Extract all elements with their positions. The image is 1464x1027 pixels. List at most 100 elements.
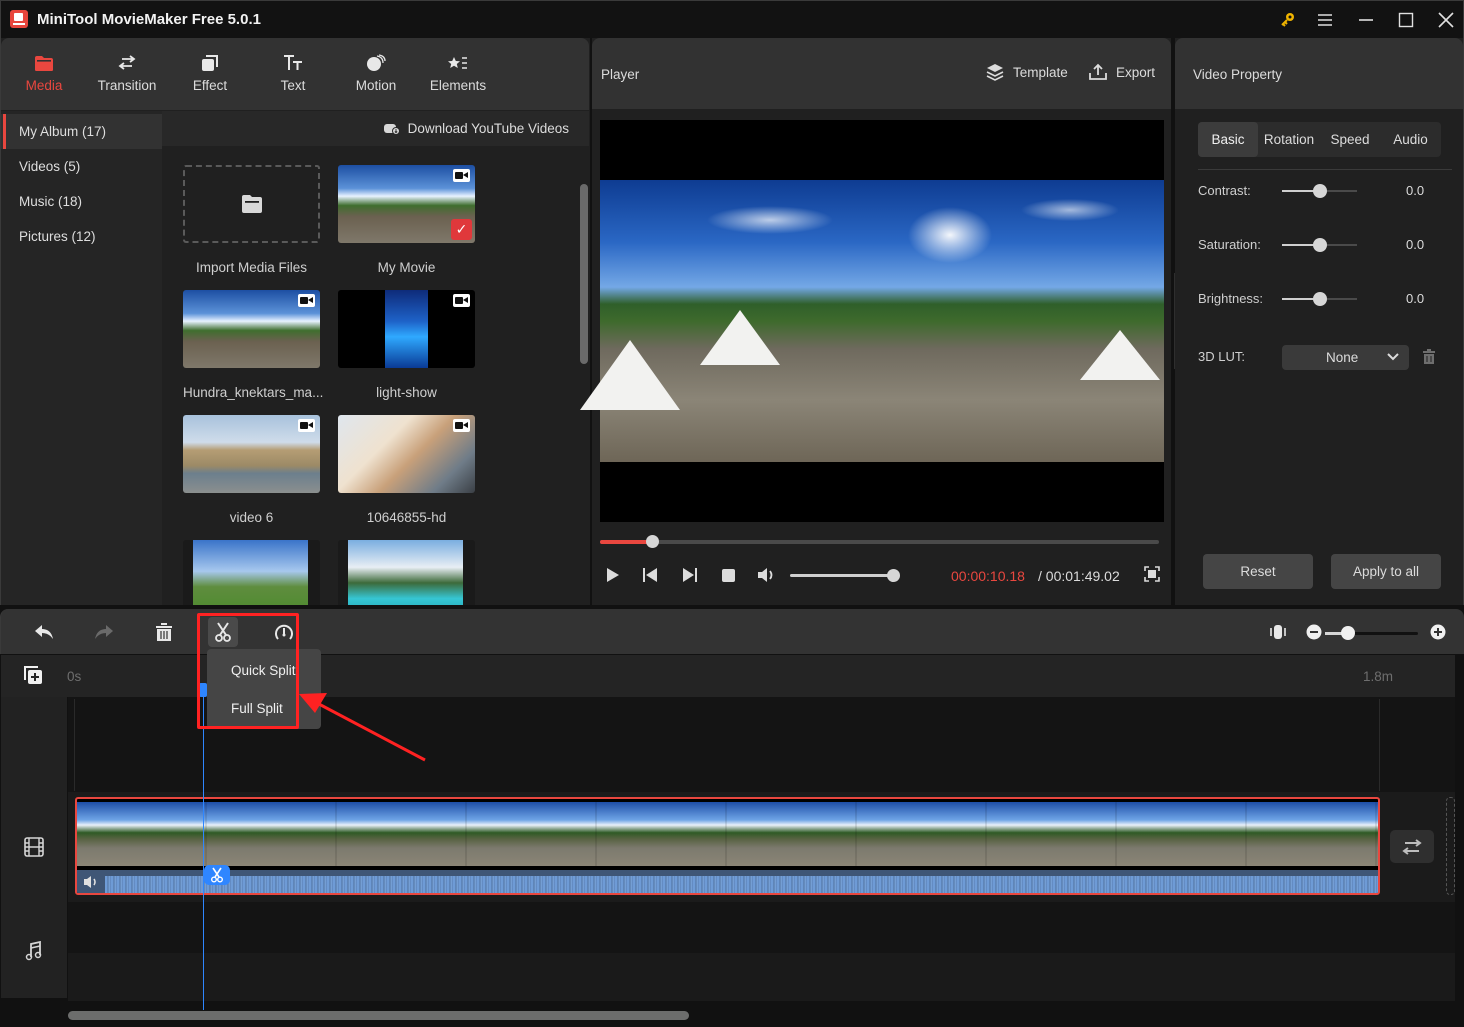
- contrast-slider[interactable]: [1282, 184, 1357, 198]
- import-media-box[interactable]: [183, 165, 320, 243]
- player-panel: Player Template Export 00:00:10.18 / 00:…: [580, 38, 1171, 605]
- media-tile[interactable]: 10646855-hd: [338, 415, 475, 525]
- next-frame-button[interactable]: [682, 566, 698, 587]
- media-thumbnail[interactable]: [338, 540, 475, 605]
- album-pictures[interactable]: Pictures (12): [1, 219, 162, 254]
- speed-button[interactable]: [269, 617, 299, 647]
- tile-label: Import Media Files: [195, 260, 308, 275]
- media-tile[interactable]: video 6: [183, 415, 320, 525]
- export-button[interactable]: Export: [1089, 63, 1155, 81]
- undo-button[interactable]: [29, 617, 59, 647]
- tool-effect[interactable]: Effect: [170, 52, 250, 93]
- film-strip-icon: [24, 837, 44, 857]
- stop-icon: [722, 569, 735, 582]
- play-icon: [607, 568, 619, 582]
- apply-to-all-button[interactable]: Apply to all: [1331, 554, 1441, 589]
- tool-media[interactable]: Media: [4, 52, 84, 93]
- media-tile[interactable]: [338, 540, 475, 605]
- maximize-icon[interactable]: [1391, 7, 1421, 33]
- media-thumbnail[interactable]: ✓: [338, 165, 475, 243]
- fullscreen-button[interactable]: [1144, 566, 1160, 585]
- delete-button[interactable]: [149, 617, 179, 647]
- tool-transition[interactable]: Transition: [87, 52, 167, 93]
- volume-icon[interactable]: [83, 875, 101, 889]
- media-tile[interactable]: light-show: [338, 290, 475, 400]
- saturation-slider[interactable]: [1282, 238, 1357, 252]
- contrast-row: Contrast: 0.0: [1198, 181, 1448, 201]
- menu-icon[interactable]: [1310, 7, 1340, 33]
- star-list-icon: [418, 52, 498, 74]
- media-thumbnail[interactable]: [183, 415, 320, 493]
- add-track-button[interactable]: [23, 665, 43, 688]
- tab-audio[interactable]: Audio: [1380, 122, 1441, 157]
- skip-forward-icon: [683, 568, 697, 582]
- trash-icon: [156, 623, 172, 641]
- saturation-handle[interactable]: [1312, 238, 1327, 252]
- video-track[interactable]: [68, 792, 1455, 902]
- import-media-tile[interactable]: Import Media Files: [183, 165, 320, 275]
- previous-frame-button[interactable]: [642, 566, 658, 587]
- volume-handle[interactable]: [887, 569, 900, 582]
- split-button[interactable]: [208, 617, 238, 647]
- lut-dropdown[interactable]: None: [1282, 345, 1409, 370]
- minus-circle-icon: [1306, 624, 1322, 640]
- music-track[interactable]: [68, 903, 1455, 1001]
- close-icon[interactable]: [1431, 7, 1461, 33]
- tool-text[interactable]: Text: [253, 52, 333, 93]
- minimize-icon[interactable]: [1351, 7, 1381, 33]
- download-youtube-link[interactable]: Download YouTube Videos: [383, 121, 569, 136]
- clip-audio-waveform: [77, 870, 1378, 893]
- timeline-tracks[interactable]: [68, 697, 1455, 1001]
- timeline-horizontal-scrollbar[interactable]: [68, 1011, 689, 1020]
- contrast-handle[interactable]: [1312, 184, 1327, 198]
- quick-split-option[interactable]: Quick Split: [231, 663, 296, 678]
- replace-clip-button[interactable]: [1390, 830, 1434, 863]
- media-tile[interactable]: Hundra_knektars_ma...: [183, 290, 323, 400]
- volume-button[interactable]: [757, 566, 777, 587]
- media-tile[interactable]: [183, 540, 320, 605]
- split-marker[interactable]: [204, 865, 230, 885]
- playhead-line[interactable]: [203, 685, 204, 1010]
- trash-icon[interactable]: [1423, 349, 1435, 367]
- redo-button[interactable]: [89, 617, 119, 647]
- media-tile[interactable]: ✓ My Movie: [338, 165, 475, 275]
- video-track-header: [1, 792, 67, 902]
- media-thumbnail[interactable]: [183, 290, 320, 368]
- album-my-album[interactable]: My Album (17): [1, 114, 162, 149]
- video-preview[interactable]: [580, 120, 1164, 522]
- template-button[interactable]: Template: [986, 63, 1068, 81]
- volume-icon: [758, 568, 773, 582]
- key-icon[interactable]: [1273, 7, 1303, 33]
- volume-slider[interactable]: [790, 569, 900, 582]
- album-videos[interactable]: Videos (5): [1, 149, 162, 184]
- tool-elements[interactable]: Elements: [418, 52, 498, 93]
- album-music[interactable]: Music (18): [1, 184, 162, 219]
- stop-button[interactable]: [721, 566, 737, 587]
- track-vertical-scroll[interactable]: [1446, 797, 1455, 895]
- tool-motion[interactable]: Motion: [336, 52, 416, 93]
- brightness-slider[interactable]: [1282, 292, 1357, 306]
- play-button[interactable]: [605, 566, 621, 587]
- brightness-handle[interactable]: [1312, 292, 1327, 306]
- contrast-value: 0.0: [1406, 183, 1425, 198]
- swap-arrows-icon: [1402, 838, 1422, 855]
- media-thumbnail[interactable]: [338, 290, 475, 368]
- fit-timeline-button[interactable]: [1263, 617, 1293, 647]
- zoom-in-button[interactable]: [1423, 617, 1453, 647]
- media-scrollbar[interactable]: [580, 184, 588, 364]
- seek-handle[interactable]: [645, 535, 659, 548]
- tab-basic[interactable]: Basic: [1198, 122, 1258, 157]
- tab-speed[interactable]: Speed: [1320, 122, 1380, 157]
- timeline-zoom-slider[interactable]: [1325, 626, 1418, 640]
- tile-label: light-show: [376, 385, 437, 400]
- full-split-option[interactable]: Full Split: [231, 701, 283, 716]
- media-thumbnail[interactable]: [338, 415, 475, 493]
- tab-rotation[interactable]: Rotation: [1258, 122, 1320, 157]
- reset-button[interactable]: Reset: [1203, 554, 1313, 589]
- seek-bar[interactable]: [600, 535, 1159, 548]
- video-clip[interactable]: [75, 797, 1380, 895]
- redo-icon: [95, 625, 113, 639]
- saturation-row: Saturation: 0.0: [1198, 235, 1448, 255]
- media-thumbnail[interactable]: [183, 540, 320, 605]
- playhead-handle[interactable]: [199, 683, 207, 697]
